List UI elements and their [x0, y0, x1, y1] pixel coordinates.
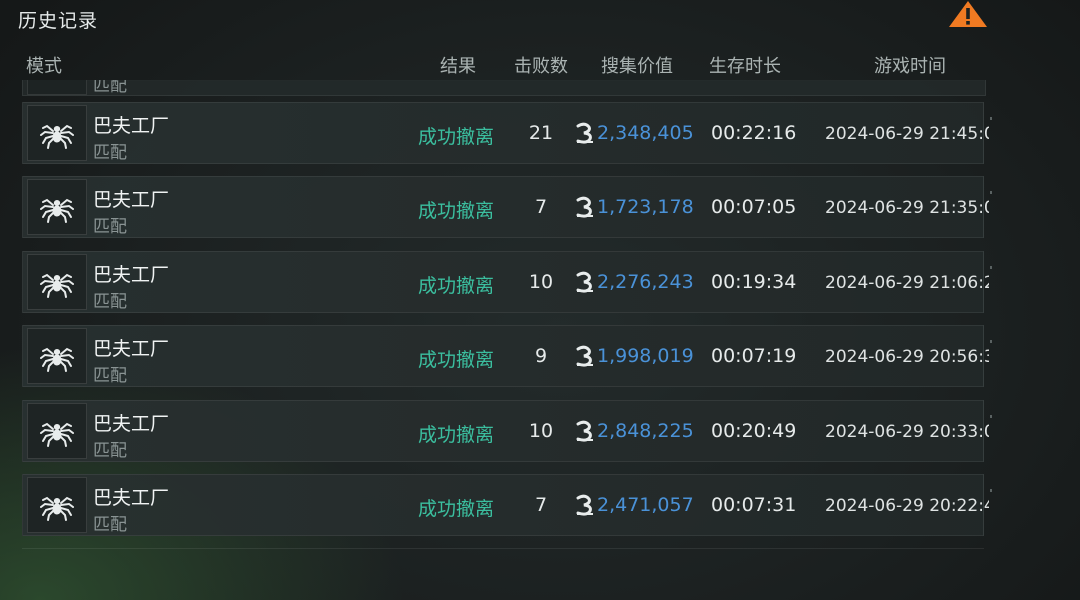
spider-icon [27, 328, 87, 385]
currency-icon [576, 271, 593, 293]
table-row[interactable]: 巴夫工厂 匹配 成功撤离 21 2,348,405 00:22:16 2024-… [22, 102, 992, 164]
spider-icon [27, 105, 87, 161]
kills-value: 21 [528, 122, 554, 144]
table-row[interactable]: 巴夫工厂 匹配 成功撤离 9 1,998,019 00:07:19 2024-0… [22, 325, 992, 388]
currency-icon [576, 420, 593, 442]
table-row[interactable]: 巴夫工厂 匹配 成功撤离 10 2,848,225 00:20:49 2024-… [22, 399, 992, 462]
currency-icon [576, 494, 593, 516]
table-header: 模式 结果 击败数 搜集价值 生存时长 游戏时间 [24, 48, 984, 81]
game-time: 2024-06-29 20:33:04 [825, 421, 989, 442]
survival-time: 00:07:19 [711, 345, 797, 368]
kills-value: 9 [534, 345, 548, 368]
collected-value: 1,723,178 [597, 196, 694, 219]
map-name: 巴夫工厂 [93, 487, 170, 509]
survival-time: 00:20:49 [711, 419, 797, 442]
spider-icon [27, 179, 87, 236]
list-divider [22, 548, 984, 549]
result-label: 成功撤离 [418, 200, 495, 223]
result-label: 成功撤离 [418, 126, 495, 148]
spider-icon [27, 80, 87, 95]
mode-sub: 匹配 [93, 515, 127, 535]
mode-sub: 匹配 [93, 217, 127, 238]
currency-icon [576, 122, 593, 144]
game-time: 2024-06-29 20:56:39 [825, 347, 989, 368]
table-row[interactable]: 匹配 [22, 80, 986, 96]
mode-sub: 匹配 [93, 143, 127, 163]
header-value: 搜集价值 [601, 56, 673, 77]
mode-sub: 匹配 [93, 366, 127, 387]
spider-icon [27, 253, 87, 310]
result-label: 成功撤离 [418, 349, 495, 372]
survival-time: 00:22:16 [711, 122, 797, 144]
game-time: 2024-06-29 21:06:28 [825, 272, 989, 293]
collected-value: 2,848,225 [597, 419, 694, 442]
kills-value: 7 [534, 494, 548, 516]
survival-time: 00:19:34 [711, 270, 797, 293]
survival-time: 00:07:31 [711, 494, 797, 516]
mode-sub: 匹配 [93, 291, 127, 312]
collected-value: 2,471,057 [597, 494, 694, 516]
kills-value: 7 [534, 196, 548, 219]
page-title: 历史记录 [18, 10, 99, 32]
header-mode: 模式 [26, 56, 62, 77]
result-label: 成功撤离 [418, 498, 495, 520]
table-row[interactable]: 巴夫工厂 匹配 成功撤离 7 1,723,178 00:07:05 2024-0… [22, 176, 992, 239]
game-time: 2024-06-29 21:35:00 [825, 198, 989, 219]
game-time: 2024-06-29 21:45:06 [825, 124, 989, 144]
currency-icon [576, 197, 593, 219]
map-name: 巴夫工厂 [93, 263, 170, 286]
kills-value: 10 [528, 419, 554, 442]
spider-icon [27, 477, 87, 533]
map-name: 巴夫工厂 [93, 338, 170, 361]
result-label: 成功撤离 [418, 274, 495, 297]
spider-icon [27, 402, 87, 459]
collected-value: 2,276,243 [597, 270, 694, 293]
result-label: 成功撤离 [418, 423, 495, 446]
map-name: 巴夫工厂 [93, 412, 170, 435]
header-result: 结果 [440, 56, 476, 77]
map-name: 巴夫工厂 [93, 189, 170, 212]
table-row[interactable]: 巴夫工厂 匹配 成功撤离 10 2,276,243 00:19:34 2024-… [22, 250, 992, 313]
collected-value: 2,348,405 [597, 122, 694, 144]
survival-time: 00:07:05 [711, 196, 797, 219]
mode-sub: 匹配 [93, 440, 127, 461]
table-row[interactable]: 巴夫工厂 匹配 成功撤离 7 2,471,057 00:07:31 2024-0… [22, 474, 992, 536]
header-kills: 击败数 [514, 56, 568, 77]
header-time: 游戏时间 [874, 56, 946, 77]
history-list[interactable]: 匹配 巴夫工厂 匹配 成功撤离 21 2,348,405 00:22:16 20… [22, 80, 992, 550]
currency-icon [576, 345, 593, 367]
header-survival: 生存时长 [709, 56, 781, 77]
kills-value: 10 [528, 270, 554, 293]
warning-triangle-icon[interactable] [947, 0, 989, 28]
map-name: 巴夫工厂 [93, 115, 170, 137]
game-time: 2024-06-29 20:22:40 [825, 496, 989, 516]
mode-sub: 匹配 [93, 80, 127, 96]
collected-value: 1,998,019 [597, 345, 694, 368]
